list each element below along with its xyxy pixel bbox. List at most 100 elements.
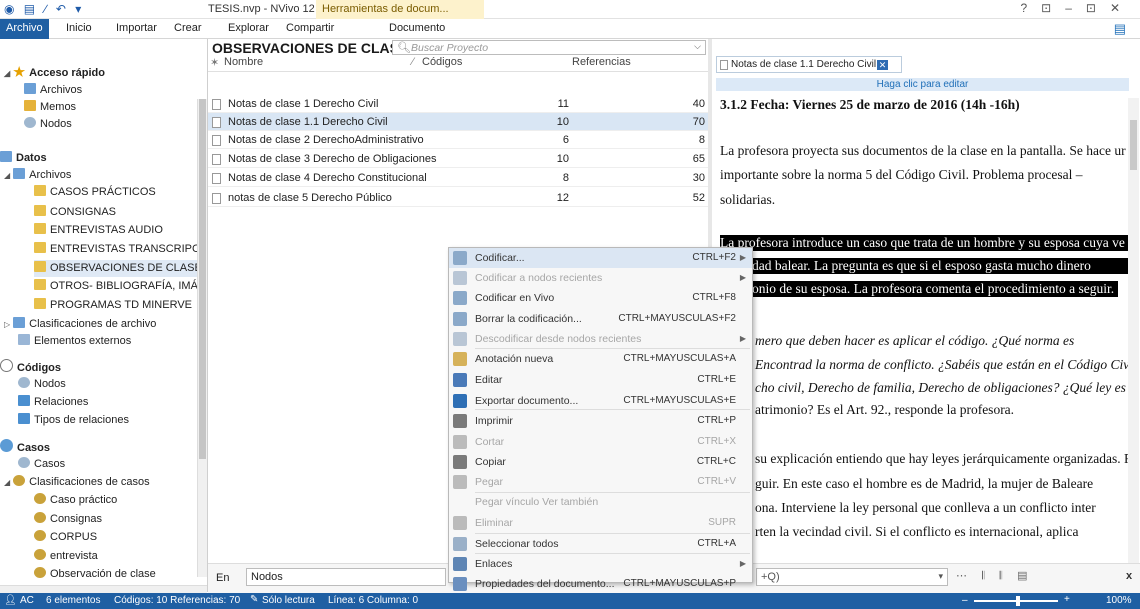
case-class-icon <box>34 493 46 504</box>
nav-case-classifications[interactable]: ◢ Clasificaciones de casos <box>4 474 150 491</box>
nav-item-memos[interactable]: Memos <box>24 99 76 116</box>
folder-otros-bibliografia[interactable]: OTROS- BIBLIOGRAFÍA, IMÁ <box>34 278 198 295</box>
menu-separator <box>475 409 750 410</box>
nav-item-relaciones[interactable]: Relaciones <box>18 394 88 411</box>
document-tab[interactable]: Notas de clase 1.1 Derecho Civil <box>716 56 902 73</box>
close-tab-icon[interactable]: ✕ <box>877 60 888 70</box>
table-row[interactable]: Notas de clase 1.1 Derecho Civil 10 70 <box>208 113 709 131</box>
folder-entrevistas-transcripciones[interactable]: ENTREVISTAS TRANSCRIPCI <box>34 241 203 258</box>
query-field[interactable]: +Q) ▾ <box>756 568 948 586</box>
document-icon <box>212 154 221 165</box>
menu-editar[interactable]: Editar CTRL+E <box>449 370 752 390</box>
folder-casos-practicos[interactable]: CASOS PRÁCTICOS <box>34 184 156 201</box>
column-codigos[interactable]: Códigos <box>422 56 462 68</box>
case-class-caso-practico[interactable]: Caso práctico <box>34 492 117 509</box>
row-name: notas de clase 5 Derecho Público <box>228 192 392 204</box>
case-class-observacion[interactable]: Observación de clase <box>34 566 156 578</box>
comment-icon[interactable]: ▤ <box>1114 21 1126 37</box>
maximize-icon[interactable]: ⊡ <box>1086 1 1110 15</box>
zoom-in-icon[interactable]: + <box>1064 594 1070 605</box>
nav-item-nodos[interactable]: Nodos <box>18 376 66 393</box>
case-class-corpus[interactable]: CORPUS <box>34 529 97 546</box>
table-row[interactable]: Notas de clase 3 Derecho de Obligaciones… <box>208 150 709 168</box>
status-codes-refs: Códigos: 10 Referencias: 70 <box>114 595 241 606</box>
search-input[interactable]: 🔍︎ Buscar Proyecto ⌵ <box>392 40 706 55</box>
print-icon <box>453 414 467 428</box>
nav-scrollbar-thumb[interactable] <box>199 99 206 459</box>
menu-codificar-vivo[interactable]: Codificar en Vivo CTRL+F8 <box>449 288 752 308</box>
menu-copiar[interactable]: Copiar CTRL+C <box>449 452 752 472</box>
tab-explorar[interactable]: Explorar <box>228 22 269 34</box>
quick-access-toolbar[interactable]: ◉ ▤ ∕ ↶ ▾ <box>4 2 84 16</box>
row-name: Notas de clase 1.1 Derecho Civil <box>228 116 388 128</box>
column-referencias[interactable]: Referencias <box>572 56 631 68</box>
nav-item-archivos-quick[interactable]: Archivos <box>24 82 82 99</box>
tab-compartir[interactable]: Compartir <box>286 22 334 34</box>
tab-importar[interactable]: Importar <box>116 22 157 34</box>
minimize-icon[interactable]: – <box>1065 1 1086 15</box>
case-class-icon <box>34 549 46 560</box>
table-row[interactable]: Notas de clase 1 Derecho Civil 11 40 <box>208 95 709 113</box>
case-class-entrevista[interactable]: entrevista <box>34 548 98 565</box>
folder-observaciones-de-clase[interactable]: OBSERVACIONES DE CLASE <box>34 260 202 277</box>
menu-eliminar[interactable]: Eliminar SUPR <box>449 513 752 533</box>
user-icon: 👤︎ <box>4 595 17 606</box>
close-find-icon[interactable]: x <box>1126 570 1132 582</box>
doc-line: importante sobre la norma 5 del Código C… <box>720 167 1083 182</box>
nav-codigos-header[interactable]: Códigos <box>0 359 61 376</box>
nav-datos-header[interactable]: Datos <box>0 150 47 167</box>
nav-item-casos[interactable]: Casos <box>18 456 65 473</box>
nav-casos-header[interactable]: Casos <box>0 439 50 456</box>
nav-external-elements[interactable]: Elementos externos <box>18 333 131 350</box>
tab-inicio[interactable]: Inicio <box>66 22 92 34</box>
table-row[interactable]: Notas de clase 4 Derecho Constitucional 8… <box>208 169 709 187</box>
folder-entrevistas-audio[interactable]: ENTREVISTAS AUDIO <box>34 222 163 239</box>
zoom-out-icon[interactable]: – <box>962 595 968 606</box>
nav-item-tipos-relaciones[interactable]: Tipos de relaciones <box>18 412 129 429</box>
menu-borrar-codificacion[interactable]: Borrar la codificación... CTRL+MAYUSCULAS… <box>449 309 752 329</box>
window-controls[interactable]: ?⊡–⊡✕ <box>1020 1 1134 15</box>
annotation-icon <box>453 352 467 366</box>
column-nombre[interactable]: Nombre <box>224 56 263 68</box>
menu-descodificar[interactable]: Descodificar desde nodos recientes ▶ <box>449 329 752 349</box>
tab-crear[interactable]: Crear <box>174 22 202 34</box>
menu-separator <box>475 553 750 554</box>
tab-archivo[interactable]: Archivo <box>0 19 49 39</box>
menu-pegar[interactable]: Pegar CTRL+V <box>449 472 752 492</box>
table-row[interactable]: notas de clase 5 Derecho Público 12 52 <box>208 189 709 207</box>
menu-codificar-recientes[interactable]: Codificar a nodos recientes ▶ <box>449 268 752 288</box>
menu-propiedades[interactable]: Propiedades del documento... CTRL+MAYUSCU… <box>449 574 752 594</box>
folder-consignas[interactable]: CONSIGNAS <box>34 204 116 221</box>
menu-anotacion-nueva[interactable]: Anotación nueva CTRL+MAYUSCULAS+A <box>449 349 752 369</box>
nav-file-classifications[interactable]: ▷ Clasificaciones de archivo <box>4 316 156 333</box>
menu-pegar-vinculo[interactable]: Pegar vínculo Ver también <box>449 492 752 512</box>
menu-imprimir[interactable]: Imprimir CTRL+P <box>449 411 752 431</box>
zoom-slider-thumb[interactable] <box>1016 596 1020 606</box>
case-class-consignas[interactable]: Consignas <box>34 511 102 528</box>
document-scrollbar-thumb[interactable] <box>1130 120 1137 170</box>
nav-item-nodos-quick[interactable]: Nodos <box>24 116 72 133</box>
menu-cortar[interactable]: Cortar CTRL+X <box>449 432 752 452</box>
edit-hint-bar[interactable]: Haga clic para editar <box>716 78 1129 91</box>
document-scrollbar[interactable] <box>1128 98 1139 566</box>
nav-item-archivos[interactable]: ◢ Archivos <box>4 167 71 184</box>
menu-enlaces[interactable]: Enlaces ▶ <box>449 554 752 574</box>
help-icon[interactable]: ? <box>1020 1 1041 15</box>
menu-seleccionar-todos[interactable]: Seleccionar todos CTRL+A <box>449 534 752 554</box>
find-tools-icons[interactable]: ⋯ 𝄃 𝄃 ▤ <box>956 569 1034 583</box>
tab-documento[interactable]: Documento <box>389 22 445 34</box>
close-icon[interactable]: ✕ <box>1110 1 1134 15</box>
in-field[interactable]: Nodos <box>246 568 446 586</box>
menu-codificar[interactable]: Codificar... CTRL+F2 ▶ <box>449 248 752 268</box>
list-header: ✶ Nombre ⁄ Códigos Referencias <box>208 55 709 72</box>
chevron-down-icon[interactable]: ⌵ <box>694 41 701 52</box>
nav-quick-access[interactable]: ◢ Acceso rápido <box>4 65 105 82</box>
chevron-down-icon[interactable]: ▾ <box>938 571 943 582</box>
ribbon-display-icon[interactable]: ⊡ <box>1041 1 1065 15</box>
table-row[interactable]: Notas de clase 2 DerechoAdministrativo 6 8 <box>208 131 709 149</box>
menu-exportar[interactable]: Exportar documento... CTRL+MAYUSCULAS+E <box>449 391 752 411</box>
row-codes: 12 <box>556 192 569 204</box>
nav-scrollbar[interactable] <box>197 99 207 577</box>
row-refs: 30 <box>692 172 705 184</box>
folder-programas-td-minerve[interactable]: PROGRAMAS TD MINERVE <box>34 297 192 314</box>
